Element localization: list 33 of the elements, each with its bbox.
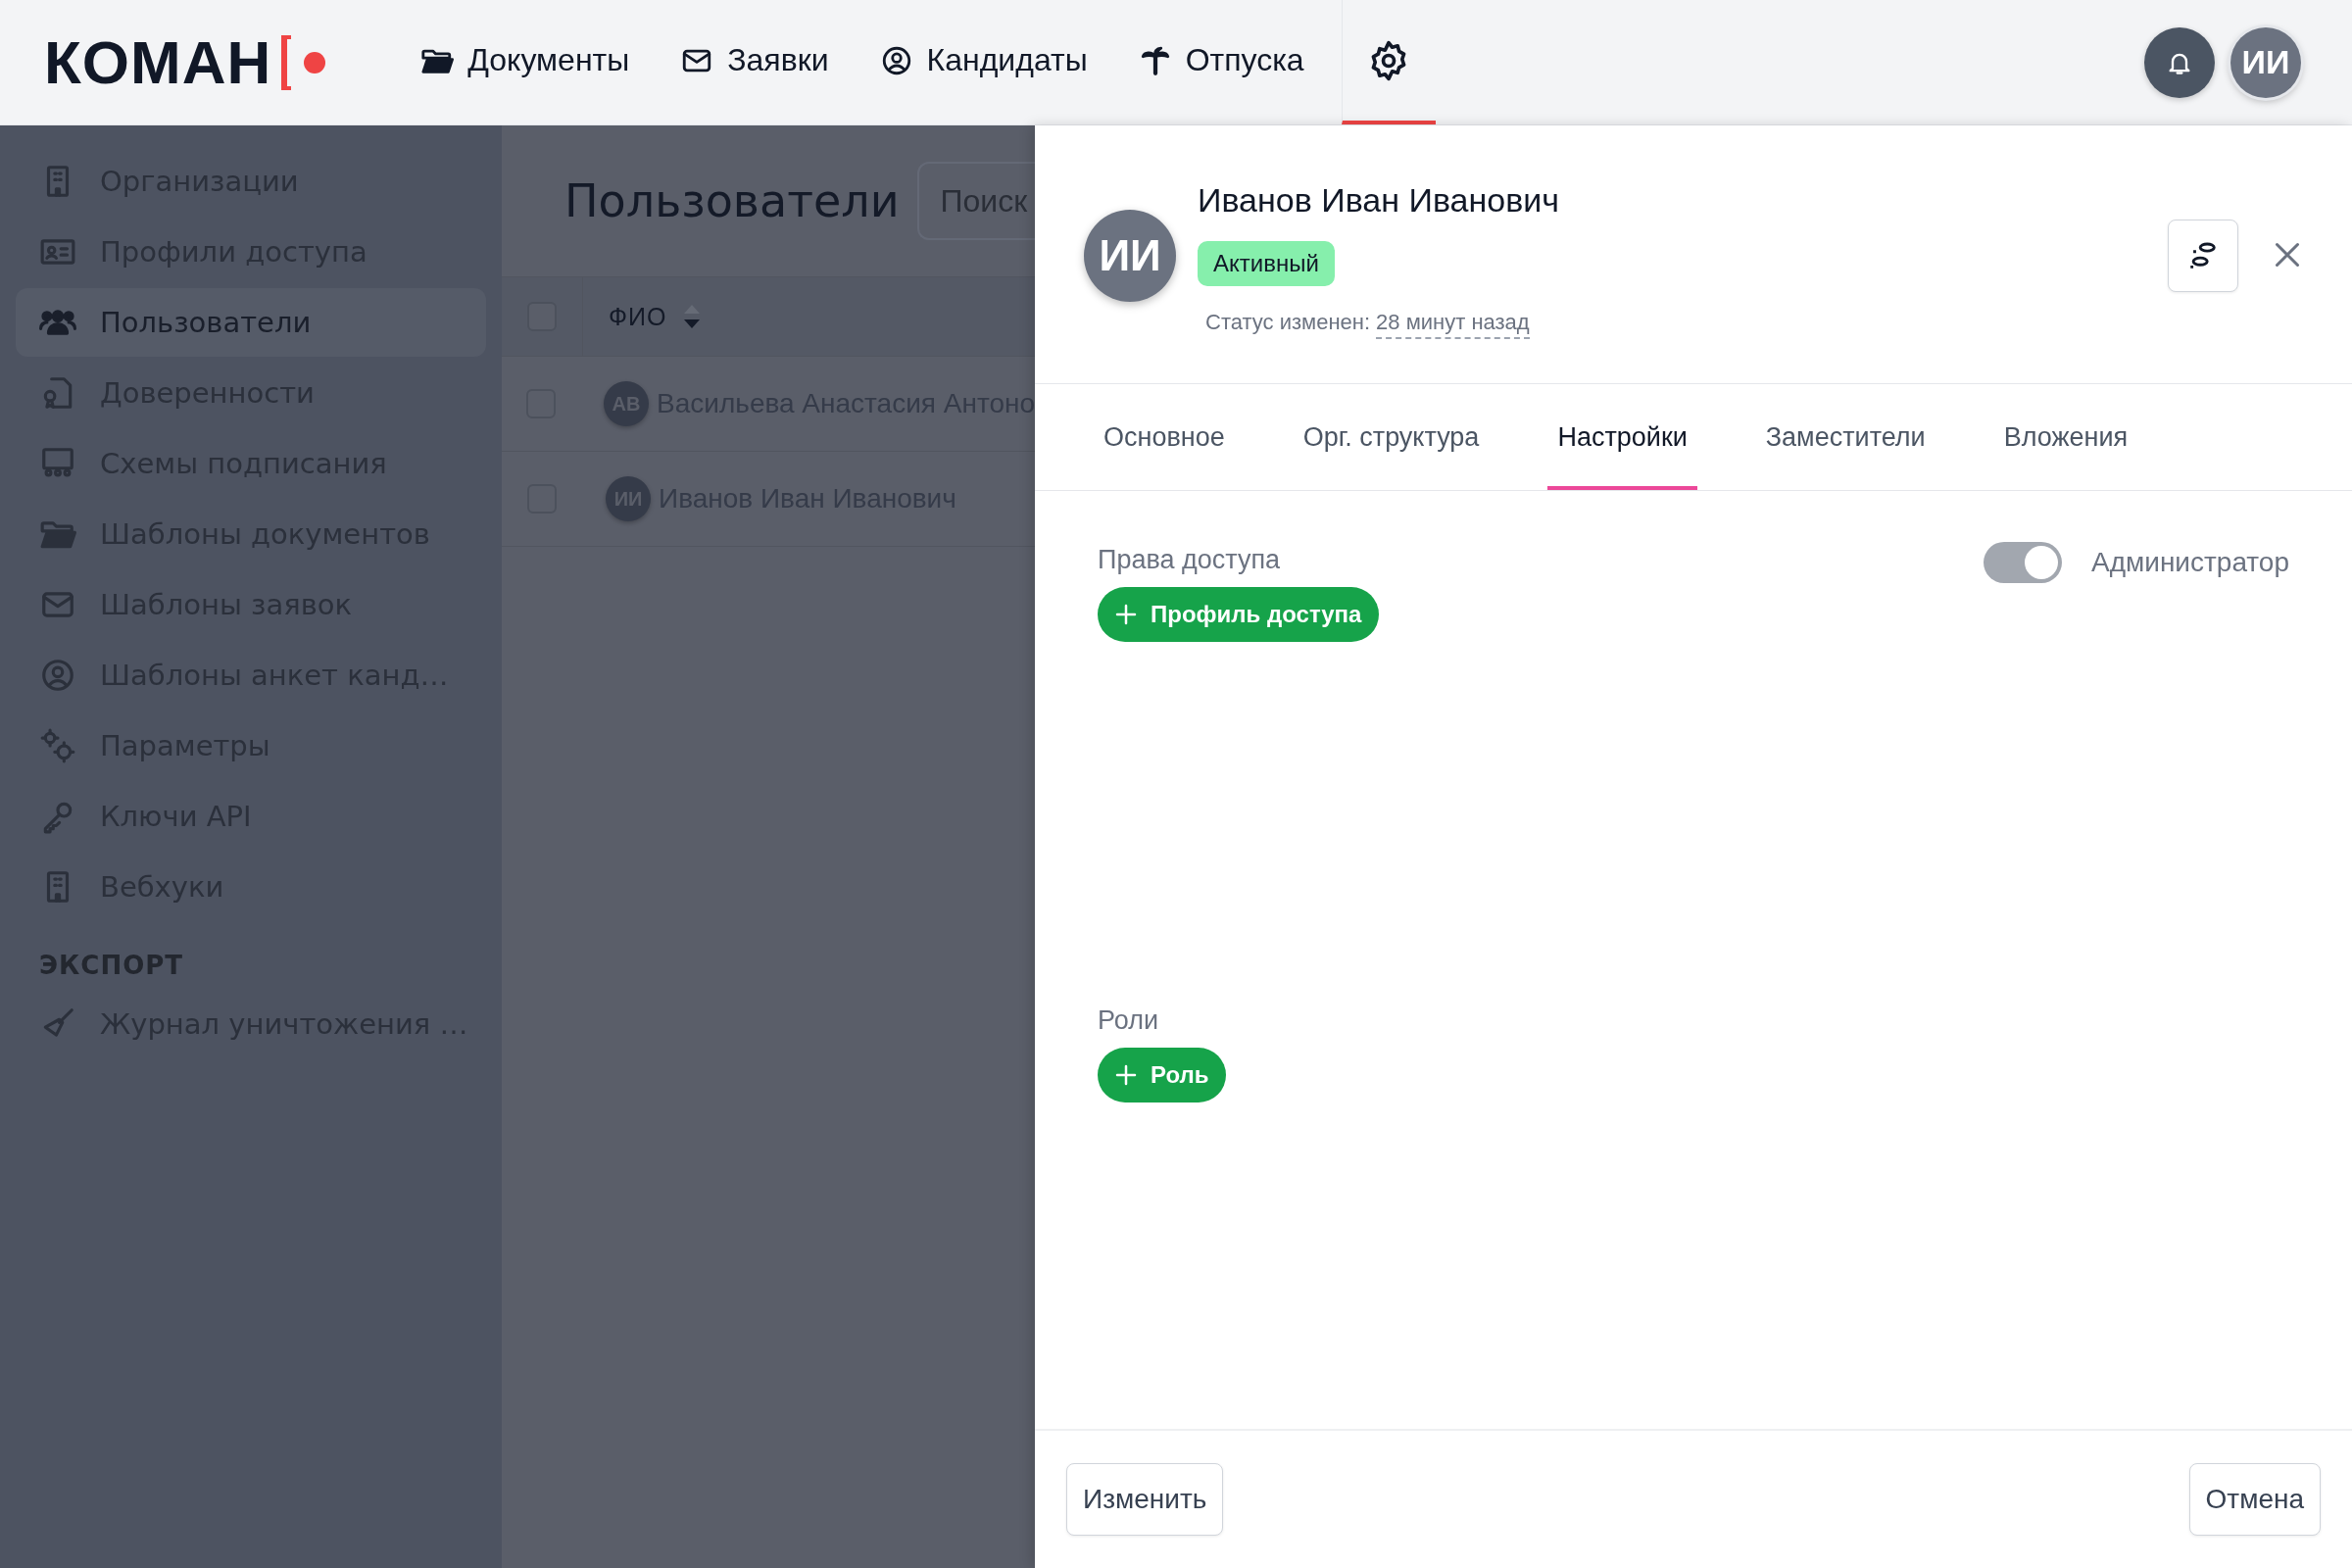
tab[interactable]: Заместители	[1755, 384, 1936, 490]
tab[interactable]: Основное	[1094, 384, 1235, 490]
nav-tab[interactable]: Документы	[395, 0, 656, 124]
page-title: Пользователи	[564, 174, 900, 227]
nav-tab[interactable]: Кандидаты	[854, 0, 1113, 124]
status-badge: Активный	[1198, 241, 1335, 286]
section-label: Роли	[1098, 1004, 1159, 1037]
edit-button[interactable]: Изменить	[1066, 1463, 1224, 1536]
column-header[interactable]: ФИО	[609, 302, 667, 331]
status-label: Статус изменен:	[1205, 309, 1371, 336]
gears-icon	[39, 727, 76, 764]
nav-tab[interactable]: Отпуска	[1112, 0, 1330, 124]
sidebar-item[interactable]: Пользователи	[16, 288, 486, 357]
tab[interactable]: Вложения	[1993, 384, 2138, 490]
add-role-button[interactable]: Роль	[1098, 1048, 1227, 1102]
user-name: Иванов Иван Иванович	[1198, 180, 1559, 220]
toggle-label: Администратор	[2091, 547, 2289, 578]
tab[interactable]: Настройки	[1547, 384, 1697, 490]
plus-icon	[1115, 1064, 1137, 1086]
notifications-button[interactable]	[2144, 26, 2215, 98]
user-avatar[interactable]: ИИ	[2230, 26, 2301, 98]
user-avatar: ИИ	[1084, 210, 1176, 302]
status-time: 28 минут назад	[1376, 308, 1530, 339]
tab[interactable]: Орг. структура	[1293, 384, 1490, 490]
footprints-button[interactable]	[2168, 220, 2238, 292]
cancel-button[interactable]: Отмена	[2188, 1463, 2321, 1536]
section-label: Права доступа	[1098, 544, 1281, 576]
add-access-profile-button[interactable]: Профиль доступа	[1098, 587, 1380, 642]
settings-tab[interactable]	[1341, 0, 1436, 124]
plus-icon	[1115, 604, 1137, 625]
logo-text: КОМАН	[44, 27, 272, 97]
nav-tab[interactable]: Заявки	[655, 0, 855, 124]
user-circle-icon	[39, 657, 76, 694]
